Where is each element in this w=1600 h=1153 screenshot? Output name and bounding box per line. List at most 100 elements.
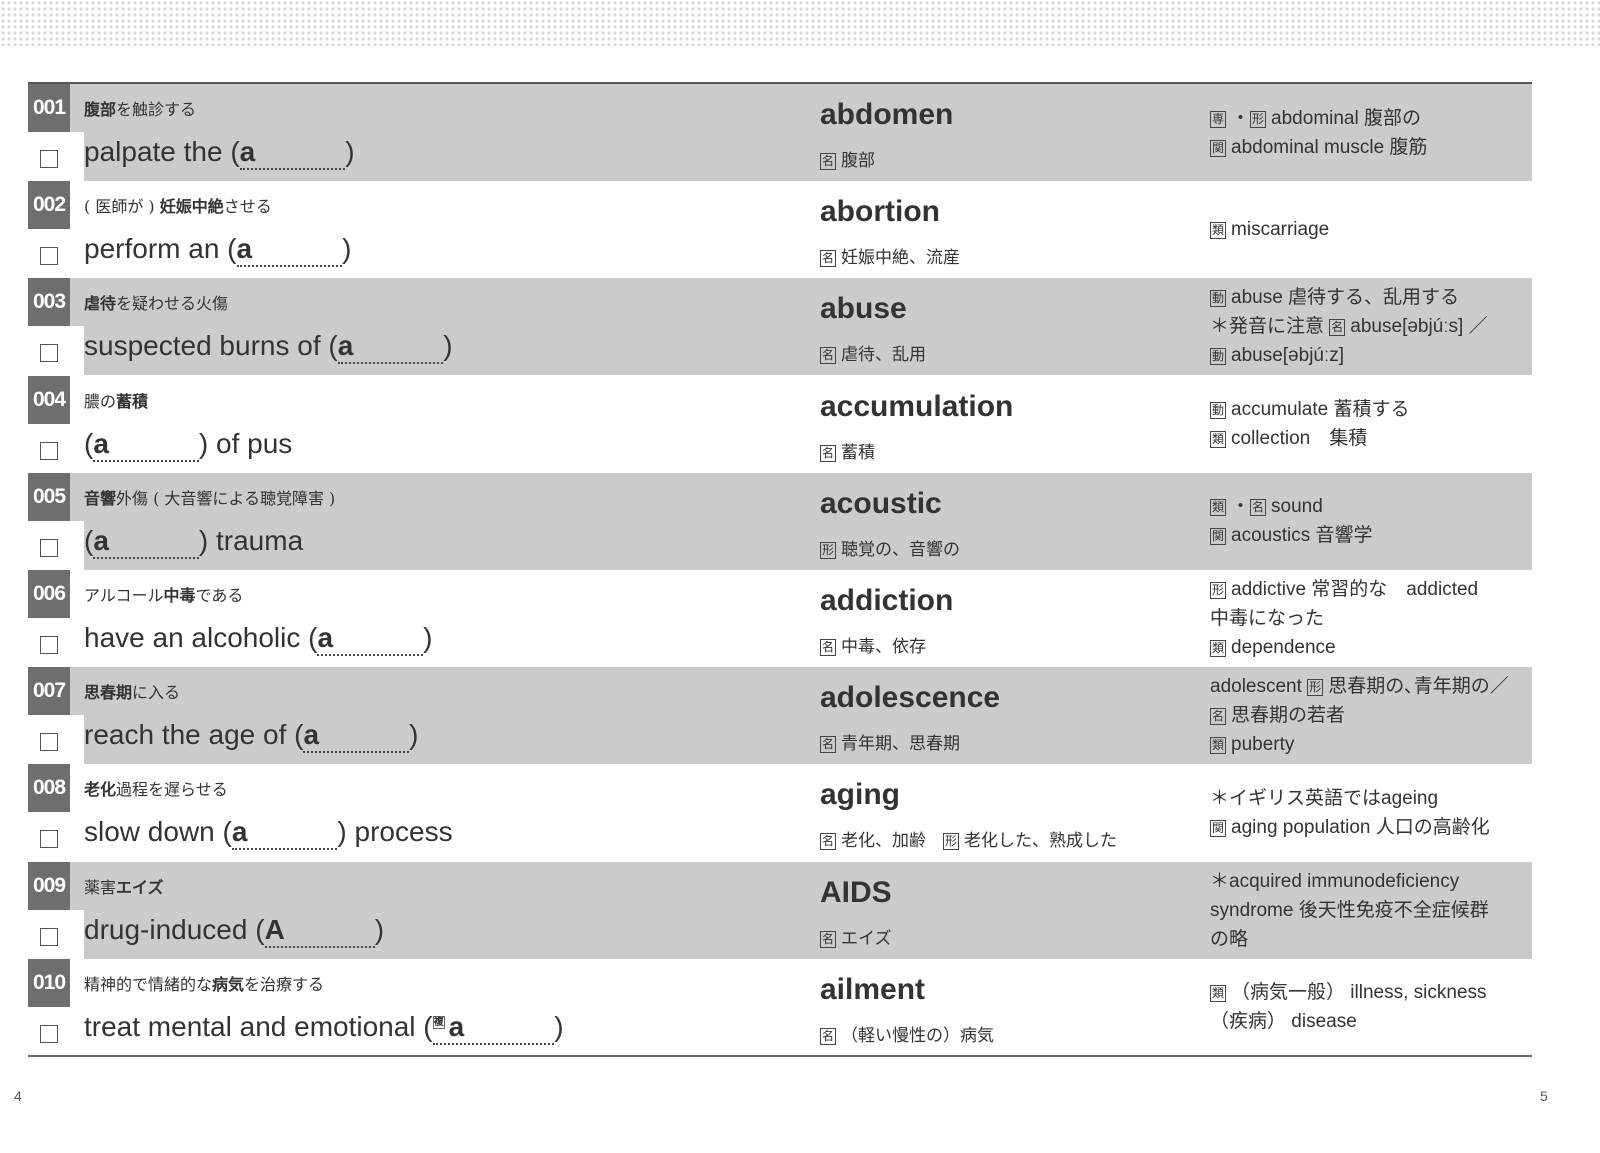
item-number: 005 bbox=[28, 472, 70, 521]
check-box[interactable] bbox=[40, 344, 58, 363]
answer-blank[interactable]: a bbox=[93, 428, 199, 462]
vocab-entry: ailment 名（軽い慢性の）病気 類（病気一般） illness, sickne… bbox=[780, 959, 1532, 1056]
notes: 類 miscarriage bbox=[1210, 181, 1329, 278]
label-badge: 名 bbox=[1210, 708, 1227, 726]
meaning-text: （軽い慢性の）病気 bbox=[841, 1025, 995, 1046]
prompt-text: を触診する bbox=[116, 100, 197, 119]
headword: accumulation bbox=[820, 389, 1014, 423]
check-box[interactable] bbox=[40, 830, 58, 849]
meaning: 名老化、加齢 形老化した、熟成した bbox=[820, 826, 1117, 851]
check-box[interactable] bbox=[40, 247, 58, 266]
vocab-entry: abuse 名虐待、乱用動 abuse 虐待する、乱用する ＊発音に注意 名 abuse… bbox=[780, 278, 1532, 376]
part-of-speech-badge: 名 bbox=[820, 347, 837, 365]
part-of-speech-badge: 名 bbox=[820, 930, 837, 948]
note-text: abuse[əbjúːs] ／ bbox=[1350, 316, 1488, 338]
keyword: 妊娠中絶 bbox=[159, 197, 224, 217]
prompt-text: を疑わせる火傷 bbox=[116, 294, 229, 314]
headword: addiction bbox=[820, 584, 954, 617]
hint-letter: a bbox=[317, 622, 334, 653]
answer-blank[interactable]: a bbox=[317, 622, 424, 656]
prompt-text: 薬害 bbox=[84, 877, 117, 897]
item-number: 009 bbox=[28, 861, 70, 910]
japanese-prompt: 腹部を触診する bbox=[84, 96, 196, 120]
answer-blank[interactable]: 複a bbox=[432, 1011, 555, 1045]
note-line: adolescent 形思春期の､青年期の／ bbox=[1210, 672, 1509, 701]
phrase-item: 005 音響外傷 ( 大音響による聴覚障害 ) (a) trauma bbox=[28, 472, 780, 570]
keyword: 中毒 bbox=[163, 586, 196, 605]
phrase-item: 009 薬害エイズ drug-induced (A) bbox=[28, 861, 780, 959]
prompt-text: に入る bbox=[132, 683, 181, 703]
check-box[interactable] bbox=[40, 636, 58, 654]
hint-letter: a bbox=[236, 233, 253, 265]
dotted-header-band bbox=[0, 0, 1600, 46]
hint-letter: A bbox=[264, 913, 285, 945]
note-line: 関 acoustics 音響学 bbox=[1210, 521, 1373, 550]
note-line: ＊発音に注意 名 abuse[əbjúːs] ／ bbox=[1210, 312, 1488, 341]
note-line: 関 abdominal muscle 腹筋 bbox=[1210, 133, 1427, 162]
phrase-after: ) bbox=[443, 330, 453, 362]
answer-blank[interactable]: a bbox=[231, 816, 338, 851]
phrase-before: reach the age of ( bbox=[84, 719, 304, 751]
item-number: 007 bbox=[28, 667, 70, 716]
prompt-text: である bbox=[195, 586, 244, 605]
meaning: 名エイズ bbox=[820, 924, 892, 949]
plural-mark: 複 bbox=[432, 1016, 445, 1030]
note-text: abuse[əbjúːz] bbox=[1231, 345, 1345, 367]
answer-blank[interactable]: a bbox=[93, 525, 199, 559]
phrase-item: 006 アルコール中毒である have an alcoholic (a) bbox=[28, 570, 780, 667]
phrase-after: ) of pus bbox=[198, 427, 293, 459]
check-box[interactable] bbox=[40, 538, 58, 557]
label-badge: 関 bbox=[1210, 528, 1227, 546]
phrase-after: ) bbox=[374, 913, 385, 945]
note-text: （病気一般） illness, sickness bbox=[1231, 982, 1487, 1004]
note-text: 思春期の､青年期の／ bbox=[1328, 676, 1509, 698]
english-phrase: have an alcoholic (a) bbox=[84, 622, 432, 656]
note-line: 類 puberty bbox=[1210, 730, 1509, 759]
note-line: 関 aging population 人口の高齢化 bbox=[1210, 813, 1490, 842]
note-line: 類 dependence bbox=[1210, 633, 1478, 662]
check-box[interactable] bbox=[40, 927, 58, 946]
label-badge: 動 bbox=[1210, 348, 1227, 366]
phrase-before: suspected burns of ( bbox=[84, 330, 338, 362]
prompt-text: 膿の bbox=[84, 391, 117, 411]
notes: 形 addictive 常習的な addicted 中毒になった類 dependenc… bbox=[1210, 570, 1478, 667]
answer-blank[interactable]: a bbox=[303, 719, 410, 754]
phrase-after: ) process bbox=[337, 816, 453, 848]
english-phrase: (a) trauma bbox=[84, 525, 303, 559]
check-box[interactable] bbox=[40, 150, 58, 168]
part-of-speech-badge: 名 bbox=[820, 153, 837, 170]
headword: aging bbox=[820, 778, 900, 812]
label-badge: 類 bbox=[1210, 985, 1227, 1003]
check-box[interactable] bbox=[40, 733, 58, 752]
note-line: ＊イギリス英語ではageing bbox=[1210, 784, 1490, 813]
label-badge: 類 bbox=[1210, 431, 1227, 449]
note-line: 類・名 sound bbox=[1210, 492, 1373, 521]
japanese-prompt: 精神的で情緒的な病気を治療する bbox=[84, 971, 324, 995]
label-badge: 関 bbox=[1210, 819, 1227, 837]
answer-blank[interactable]: A bbox=[264, 913, 375, 948]
note-text: ・ bbox=[1231, 107, 1251, 129]
prompt-text: 過程を遅らせる bbox=[116, 780, 228, 800]
label-badge: 動 bbox=[1210, 402, 1227, 420]
keyword: エイズ bbox=[116, 877, 164, 897]
item-number: 010 bbox=[28, 958, 70, 1007]
meaning: 名青年期、思春期 bbox=[820, 729, 960, 754]
note-text: dependence bbox=[1231, 637, 1336, 658]
meaning-text: 腹部 bbox=[841, 151, 876, 171]
page-number-left: 4 bbox=[14, 1088, 22, 1104]
answer-blank[interactable]: a bbox=[337, 330, 444, 365]
part-of-speech-badge: 名 bbox=[820, 639, 837, 656]
vocab-entry: aging 名老化、加齢 形老化した、熟成した ＊イギリス英語ではageing 関 ag… bbox=[780, 764, 1532, 861]
phrase-before: ( bbox=[84, 427, 94, 459]
part-of-speech-badge: 名 bbox=[820, 250, 837, 268]
note-line: 動 abuse 虐待する、乱用する bbox=[1210, 283, 1488, 312]
label-badge: 名 bbox=[1250, 499, 1267, 517]
answer-blank[interactable]: a bbox=[236, 233, 343, 268]
hint-letter: a bbox=[93, 427, 109, 459]
part-of-speech-badge: 形 bbox=[943, 833, 960, 851]
note-line: 類 collection 集積 bbox=[1210, 424, 1409, 453]
english-phrase: slow down (a) process bbox=[84, 816, 453, 851]
check-box[interactable] bbox=[40, 441, 58, 460]
answer-blank[interactable]: a bbox=[239, 136, 346, 170]
check-box[interactable] bbox=[40, 1024, 58, 1043]
